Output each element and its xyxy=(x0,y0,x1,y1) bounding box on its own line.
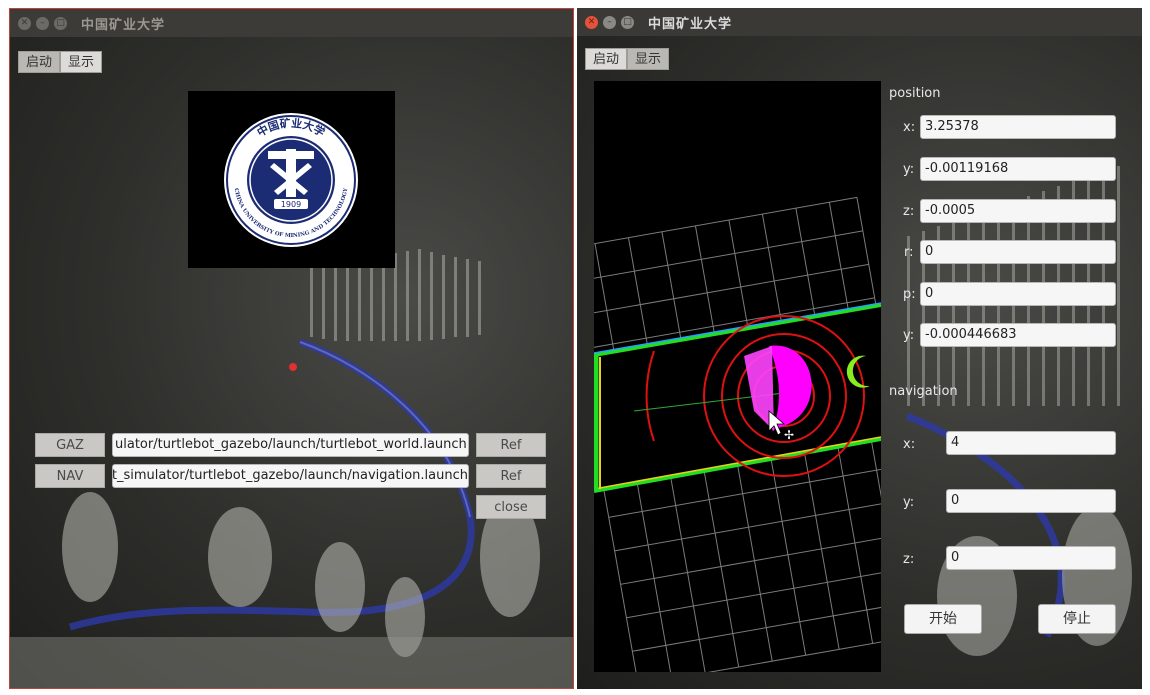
navigation-y-input[interactable]: 0 xyxy=(946,489,1116,513)
navigation-x-label: x: xyxy=(903,437,916,452)
svg-text:✢: ✢ xyxy=(784,428,794,442)
position-y-label: y: xyxy=(903,162,915,177)
position-yaw-input[interactable]: -0.000446683 xyxy=(920,323,1116,347)
tab-bar: 启动 显示 xyxy=(18,51,103,73)
position-x-label: x: xyxy=(903,120,916,135)
navigation-heading: navigation xyxy=(889,384,958,399)
maximize-icon[interactable]: □ xyxy=(621,15,634,29)
tab-display[interactable]: 显示 xyxy=(60,51,103,73)
launcher-window: ✕ – □ 中国矿业大学 启动 显示 1909 中国矿业大学 CHINA UNI… xyxy=(9,8,574,689)
title-bar: ✕ – □ 中国矿业大学 xyxy=(10,9,573,37)
position-x-input[interactable]: 3.25378 xyxy=(920,115,1116,139)
navigation-x-input[interactable]: 4 xyxy=(946,431,1116,455)
minimize-icon[interactable]: – xyxy=(36,16,49,30)
position-z-label: z: xyxy=(903,204,915,219)
navigation-z-label: z: xyxy=(903,552,915,567)
window-title: 中国矿业大学 xyxy=(81,17,166,33)
position-y-input[interactable]: -0.00119168 xyxy=(920,157,1116,181)
tab-launch[interactable]: 启动 xyxy=(18,51,61,73)
laser-scan-view: ✢ xyxy=(577,196,935,686)
tab-launch[interactable]: 启动 xyxy=(585,48,628,70)
maximize-icon[interactable]: □ xyxy=(54,16,67,30)
position-pitch-label: p: xyxy=(903,287,916,302)
gaz-launch-path-input[interactable]: ulator/turtlebot_gazebo/launch/turtlebot… xyxy=(112,433,469,457)
university-logo: 1909 中国矿业大学 CHINA UNIVERSITY OF MINING A… xyxy=(188,91,395,268)
nav-launch-path-input[interactable]: t_simulator/turtlebot_gazebo/launch/navi… xyxy=(112,464,469,488)
position-pitch-input[interactable]: 0 xyxy=(920,282,1116,306)
nav-button[interactable]: NAV xyxy=(35,464,105,488)
window-title: 中国矿业大学 xyxy=(648,16,733,32)
logo-year: 1909 xyxy=(281,200,301,209)
display-window: ✕ – □ 中国矿业大学 启动 显示 ✢ position x: 3.25378… xyxy=(577,8,1142,689)
position-roll-label: r: xyxy=(904,245,914,260)
position-z-input[interactable]: -0.0005 xyxy=(920,199,1116,223)
position-yaw-label: y: xyxy=(903,328,915,343)
position-roll-input[interactable]: 0 xyxy=(920,240,1116,264)
gaz-button[interactable]: GAZ xyxy=(35,433,105,457)
nav-ref-button[interactable]: Ref xyxy=(476,464,546,488)
position-heading: position xyxy=(889,86,941,101)
navigation-y-label: y: xyxy=(903,495,915,510)
rviz-viewport[interactable]: ✢ xyxy=(577,81,935,686)
close-button[interactable]: close xyxy=(476,495,546,519)
stop-button[interactable]: 停止 xyxy=(1038,604,1116,634)
tab-bar: 启动 显示 xyxy=(585,48,670,70)
tab-display[interactable]: 显示 xyxy=(627,48,670,70)
close-icon[interactable]: ✕ xyxy=(585,15,598,29)
start-button[interactable]: 开始 xyxy=(904,604,982,634)
minimize-icon[interactable]: – xyxy=(603,15,616,29)
university-seal: 1909 中国矿业大学 CHINA UNIVERSITY OF MINING A… xyxy=(224,113,358,247)
gaz-ref-button[interactable]: Ref xyxy=(476,433,546,457)
navigation-z-input[interactable]: 0 xyxy=(946,546,1116,570)
close-icon[interactable]: ✕ xyxy=(18,16,31,30)
title-bar: ✕ – □ 中国矿业大学 xyxy=(577,8,1142,36)
